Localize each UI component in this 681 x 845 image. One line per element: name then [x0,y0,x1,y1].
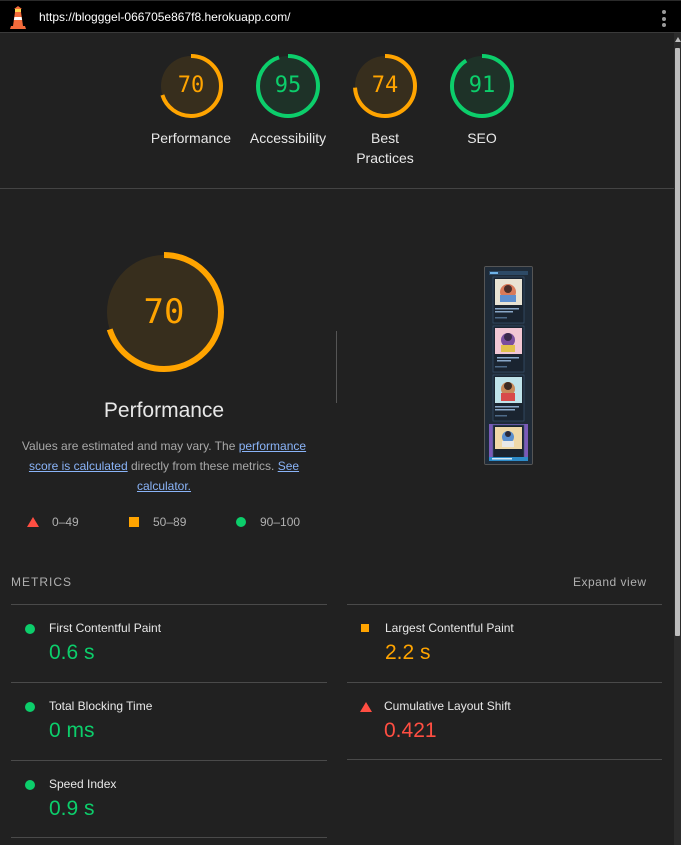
legend-fail-range: 0–49 [52,515,79,529]
gauge-seo-label: SEO [467,130,497,146]
metric-divider [347,759,662,760]
metric-label: Total Blocking Time [49,699,153,713]
square-average-icon [129,517,139,527]
gauge-performance-score: 70 [177,73,205,98]
gauge-performance[interactable]: 70 Performance [151,53,231,146]
metric-divider [347,682,662,683]
legend-pass-range: 90–100 [260,515,301,529]
metric-divider [11,837,327,838]
perf-desc-middle: directly from these metrics. [127,459,278,473]
metric-value: 2.2 s [385,641,431,664]
metric-divider [11,604,327,605]
report-url: https://blogggel-066705e867f8.herokuapp.… [39,10,291,24]
performance-score-large: 70 [143,292,185,332]
screenshot-image [485,267,532,464]
perf-desc-prefix: Values are estimated and may vary. The [21,439,239,453]
metric-label: Speed Index [49,777,117,791]
gauge-performance-label: Performance [150,130,232,146]
circle-pass-icon [236,517,246,527]
circle-pass-icon [25,624,35,634]
gauge-seo[interactable]: 91 SEO [449,53,515,146]
scrollbar[interactable] [674,33,681,845]
metrics-title: METRICS [11,575,72,589]
lighthouse-icon [8,6,28,30]
gauge-seo-score: 91 [468,73,496,98]
metric-value: 0 ms [49,719,95,742]
gauges-divider [0,188,674,189]
expand-view-button[interactable]: Expand view [573,575,647,589]
vertical-divider [336,331,337,403]
metric-value: 0.421 [384,719,437,742]
gauge-best-practices-score: 74 [371,73,399,98]
metric-divider [11,760,327,761]
gauge-best-practices[interactable]: 74 Best Practices [352,53,418,166]
triangle-fail-icon [360,702,372,712]
final-screenshot-thumbnail[interactable] [484,266,533,465]
metric-divider [11,682,327,683]
scrollbar-thumb[interactable] [675,48,680,636]
kebab-menu-icon[interactable] [660,10,668,27]
circle-pass-icon [25,780,35,790]
metric-value: 0.6 s [49,641,95,664]
gauge-accessibility-label: Accessibility [249,130,327,146]
square-average-icon [361,624,369,632]
triangle-fail-icon [27,517,39,527]
metric-divider [347,604,662,605]
legend-average-range: 50–89 [153,515,187,529]
gauge-accessibility[interactable]: 95 Accessibility [250,53,326,146]
gauge-accessibility-score: 95 [274,73,302,98]
performance-title: Performance [103,399,225,422]
top-bar: https://blogggel-066705e867f8.herokuapp.… [0,0,681,33]
gauge-best-practices-label: Best Practices [356,130,414,166]
metric-label: First Contentful Paint [49,621,162,635]
metric-value: 0.9 s [49,797,95,820]
scroll-up-arrow-icon[interactable] [675,37,681,42]
performance-description: Values are estimated and may vary. The p… [18,436,310,496]
circle-pass-icon [25,702,35,712]
metric-label: Largest Contentful Paint [385,621,514,635]
performance-gauge-large: 70 [104,252,224,372]
metric-label: Cumulative Layout Shift [384,699,511,713]
